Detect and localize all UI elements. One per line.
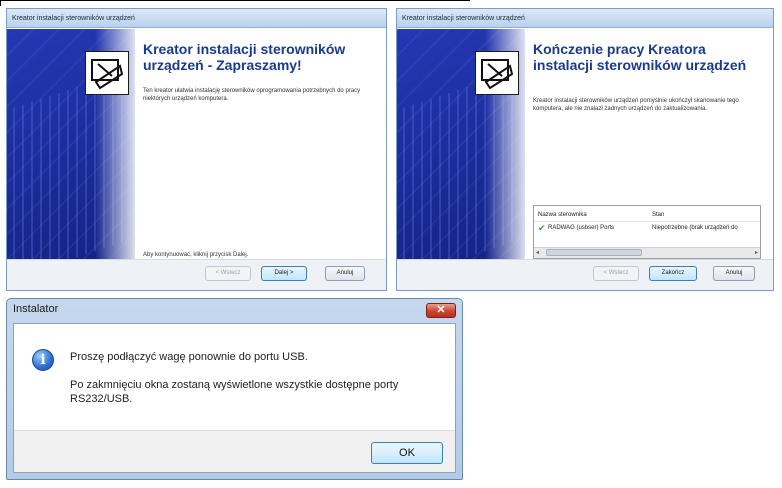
driver-wizard-finish-window: Kreator instalacji sterowników urządzeń … [396, 8, 774, 291]
success-check-icon: ✔ [538, 223, 546, 233]
wizard-heading: Kończenie pracy Kreatora instalacji ster… [533, 41, 747, 73]
wizard-content: Kończenie pracy Kreatora instalacji ster… [525, 29, 773, 260]
wizard-heading: Kreator instalacji sterowników urządzeń … [143, 41, 346, 73]
info-icon: i [32, 349, 54, 371]
ok-button[interactable]: OK [371, 442, 443, 464]
wizard-description: Kreator instalacji sterowników urządzeń … [533, 98, 739, 112]
column-header-driver-name: Nazwa sterownika [538, 212, 587, 218]
table-row[interactable]: ✔ RADWAG (usbser) Ports Niepotrzebne (br… [534, 222, 760, 234]
column-header-status: Stan [652, 212, 665, 218]
driver-status-cell: Niepotrzebne (brak urządzeń do [652, 225, 738, 231]
window-title: Kreator instalacji sterowników urządzeń [397, 9, 773, 28]
installer-dialog: Instalator ✕ i Proszę podłączyć wagę pon… [6, 298, 463, 480]
wizard-button-bar: < Wstecz Dalej > Anuluj [7, 259, 386, 290]
dialog-body: i Proszę podłączyć wagę ponownie do port… [13, 323, 456, 473]
next-button[interactable]: Dalej > [261, 266, 307, 281]
driver-name-cell: RADWAG (usbser) Ports [548, 225, 615, 231]
window-title: Kreator instalacji sterowników urządzeń [7, 9, 386, 28]
scroll-left-arrow-icon[interactable]: ◂ [536, 248, 539, 258]
back-button[interactable]: < Wstecz [593, 266, 639, 281]
cancel-button[interactable]: Anuluj [713, 266, 755, 281]
wizard-side-banner [397, 29, 525, 260]
drivers-table: Nazwa sterownika Stan ✔ RADWAG (usbser) … [533, 205, 761, 259]
device-installer-icon [85, 51, 129, 95]
close-icon[interactable]: ✕ [426, 303, 456, 318]
wizard-side-banner [7, 29, 135, 260]
table-header: Nazwa sterownika Stan [534, 209, 760, 222]
wizard-button-bar: < Wstecz Zakończ Anuluj [397, 259, 773, 290]
back-button[interactable]: < Wstecz [205, 266, 251, 281]
device-installer-icon [475, 51, 519, 95]
wizard-continue-hint: Aby kontynuować, kliknij przycisk Dalej. [143, 252, 249, 258]
dialog-message-primary: Proszę podłączyć wagę ponownie do portu … [70, 351, 308, 363]
scrollbar-thumb[interactable] [546, 249, 642, 256]
dialog-message-secondary: Po zakmnięciu okna zostaną wyświetlone w… [70, 379, 399, 405]
wizard-description: Ten kreator ułatwia instalację sterownik… [143, 88, 361, 102]
wizard-content: Kreator instalacji sterowników urządzeń … [135, 29, 386, 260]
driver-wizard-welcome-window: Kreator instalacji sterowników urządzeń … [6, 8, 387, 291]
scroll-right-arrow-icon[interactable]: ▸ [755, 248, 758, 258]
dialog-title: Instalator [13, 303, 59, 315]
horizontal-scrollbar[interactable]: ◂ ▸ [534, 247, 760, 258]
finish-button[interactable]: Zakończ [649, 266, 697, 281]
dialog-footer: OK [14, 430, 455, 472]
cancel-button[interactable]: Anuluj [325, 266, 365, 281]
